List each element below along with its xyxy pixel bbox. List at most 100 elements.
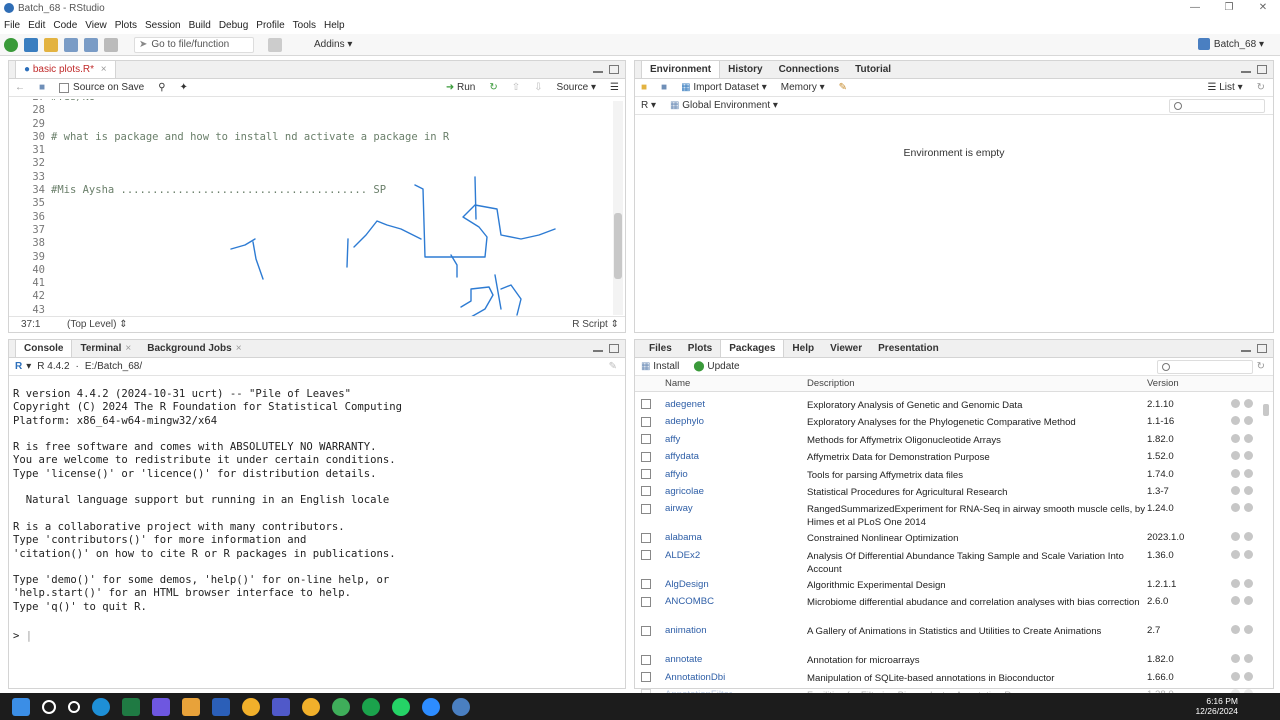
- remove-package-icon[interactable]: [1244, 451, 1253, 461]
- header-name[interactable]: Name: [665, 378, 807, 389]
- web-icon[interactable]: [1231, 468, 1240, 478]
- save-all-icon[interactable]: [84, 37, 98, 52]
- rstudio-icon[interactable]: [452, 697, 470, 716]
- tab-presentation[interactable]: Presentation: [870, 340, 947, 357]
- save-file-icon[interactable]: ■: [39, 82, 45, 93]
- up-icon[interactable]: ⇧: [512, 82, 520, 93]
- web-icon[interactable]: [1231, 578, 1240, 588]
- package-name[interactable]: ALDEx2: [665, 550, 807, 561]
- remove-package-icon[interactable]: [1244, 468, 1253, 478]
- addins-menu[interactable]: Addins ▾: [314, 39, 352, 50]
- table-row[interactable]: adegenet Exploratory Analysis of Genetic …: [635, 396, 1263, 413]
- web-icon[interactable]: [1231, 671, 1240, 681]
- remove-package-icon[interactable]: [1244, 596, 1253, 606]
- install-button[interactable]: ▦ Install: [641, 361, 679, 372]
- maximize-pane-button[interactable]: [1257, 344, 1267, 353]
- package-checkbox[interactable]: [641, 399, 651, 410]
- package-name[interactable]: adegenet: [665, 399, 807, 410]
- remove-package-icon[interactable]: [1244, 625, 1253, 635]
- chrome-profile-icon[interactable]: [302, 697, 320, 716]
- tab-viewer[interactable]: Viewer: [822, 340, 870, 357]
- remove-package-icon[interactable]: [1244, 416, 1253, 426]
- package-checkbox[interactable]: [641, 625, 651, 636]
- remove-package-icon[interactable]: [1244, 485, 1253, 495]
- remove-package-icon[interactable]: [1244, 549, 1253, 559]
- list-view-button[interactable]: ☰ List ▾: [1207, 82, 1242, 93]
- menu-view[interactable]: View: [85, 20, 107, 31]
- table-row[interactable]: AnnotationDbi Manipulation of SQLite-base…: [635, 669, 1263, 686]
- tab-console[interactable]: Console: [15, 339, 73, 357]
- web-icon[interactable]: [1231, 433, 1240, 443]
- code-area[interactable]: 2728293031323334353637383940414243 #Yes/…: [9, 99, 613, 317]
- remove-package-icon[interactable]: [1244, 654, 1253, 664]
- filetype-menu[interactable]: R Script ⇕: [572, 319, 619, 330]
- header-description[interactable]: Description: [807, 378, 1147, 389]
- scope-menu[interactable]: (Top Level) ⇕: [67, 319, 128, 330]
- package-name[interactable]: alabama: [665, 532, 807, 543]
- package-checkbox[interactable]: [641, 486, 651, 497]
- package-checkbox[interactable]: [641, 434, 651, 445]
- package-name[interactable]: adephylo: [665, 416, 807, 427]
- remove-package-icon[interactable]: [1244, 399, 1253, 408]
- task-view-icon[interactable]: [68, 700, 80, 713]
- save-icon[interactable]: [64, 37, 78, 52]
- package-name[interactable]: agricolae: [665, 486, 807, 497]
- save-workspace-icon[interactable]: ■: [661, 82, 667, 93]
- package-name[interactable]: ANCOMBC: [665, 596, 807, 607]
- outline-icon[interactable]: ☰: [610, 82, 619, 93]
- header-version[interactable]: Version: [1147, 378, 1231, 389]
- remove-package-icon[interactable]: [1244, 671, 1253, 681]
- source-button[interactable]: Source ▾: [557, 82, 597, 93]
- package-checkbox[interactable]: [641, 416, 651, 427]
- refresh-icon[interactable]: ↻: [1257, 361, 1265, 372]
- table-row[interactable]: AlgDesign Algorithmic Experimental Design…: [635, 576, 1263, 593]
- package-name[interactable]: AlgDesign: [665, 579, 807, 590]
- package-checkbox[interactable]: [641, 579, 651, 590]
- web-icon[interactable]: [1231, 549, 1240, 559]
- menu-code[interactable]: Code: [53, 20, 77, 31]
- web-icon[interactable]: [1231, 416, 1240, 426]
- package-name[interactable]: affyio: [665, 469, 807, 480]
- load-workspace-icon[interactable]: ■: [641, 82, 647, 93]
- table-row[interactable]: adephylo Exploratory Analyses for the Phy…: [635, 413, 1263, 430]
- minimize-pane-button[interactable]: [1241, 349, 1251, 352]
- menu-profile[interactable]: Profile: [256, 20, 284, 31]
- language-menu[interactable]: R ▾: [641, 100, 656, 111]
- start-icon[interactable]: [12, 697, 30, 716]
- minimize-button[interactable]: —: [1178, 0, 1212, 16]
- table-row[interactable]: affydata Affymetrix Data for Demonstratio…: [635, 448, 1263, 465]
- web-icon[interactable]: [1231, 503, 1240, 513]
- minimize-pane-button[interactable]: [593, 349, 603, 352]
- package-checkbox[interactable]: [641, 451, 651, 462]
- package-name[interactable]: affy: [665, 434, 807, 445]
- menu-edit[interactable]: Edit: [28, 20, 45, 31]
- run-button[interactable]: ➜ Run: [446, 82, 476, 93]
- package-checkbox[interactable]: [641, 596, 651, 607]
- web-icon[interactable]: [1231, 625, 1240, 635]
- tab-connections[interactable]: Connections: [771, 61, 848, 78]
- copilot-icon[interactable]: [152, 697, 170, 716]
- update-button[interactable]: ⬤ Update: [693, 361, 739, 372]
- packages-search-input[interactable]: [1156, 359, 1253, 374]
- print-icon[interactable]: [104, 37, 118, 52]
- menu-plots[interactable]: Plots: [115, 20, 137, 31]
- grid-layout-icon[interactable]: [268, 37, 282, 52]
- table-row[interactable]: animation A Gallery of Animations in Stat…: [635, 622, 1263, 651]
- menu-tools[interactable]: Tools: [293, 20, 316, 31]
- search-icon[interactable]: ⚲: [158, 82, 165, 93]
- table-row[interactable]: alabama Constrained Nonlinear Optimizatio…: [635, 529, 1263, 546]
- teams-icon[interactable]: [272, 697, 290, 716]
- excel-icon[interactable]: [122, 697, 140, 716]
- package-checkbox[interactable]: [641, 550, 651, 561]
- system-clock[interactable]: 6:16 PM 12/26/2024: [1195, 696, 1238, 716]
- refresh-icon[interactable]: ↻: [1257, 82, 1265, 93]
- menu-help[interactable]: Help: [324, 20, 345, 31]
- package-checkbox[interactable]: [641, 671, 651, 682]
- remove-package-icon[interactable]: [1244, 503, 1253, 513]
- tab-environment[interactable]: Environment: [641, 60, 721, 78]
- chrome-icon[interactable]: [242, 697, 260, 716]
- app-icon[interactable]: [362, 697, 380, 716]
- close-button[interactable]: ✕: [1246, 0, 1280, 16]
- table-row[interactable]: affyio Tools for parsing Affymetrix data …: [635, 466, 1263, 483]
- tab-basic-plots[interactable]: ● basic plots.R* ×: [15, 60, 116, 78]
